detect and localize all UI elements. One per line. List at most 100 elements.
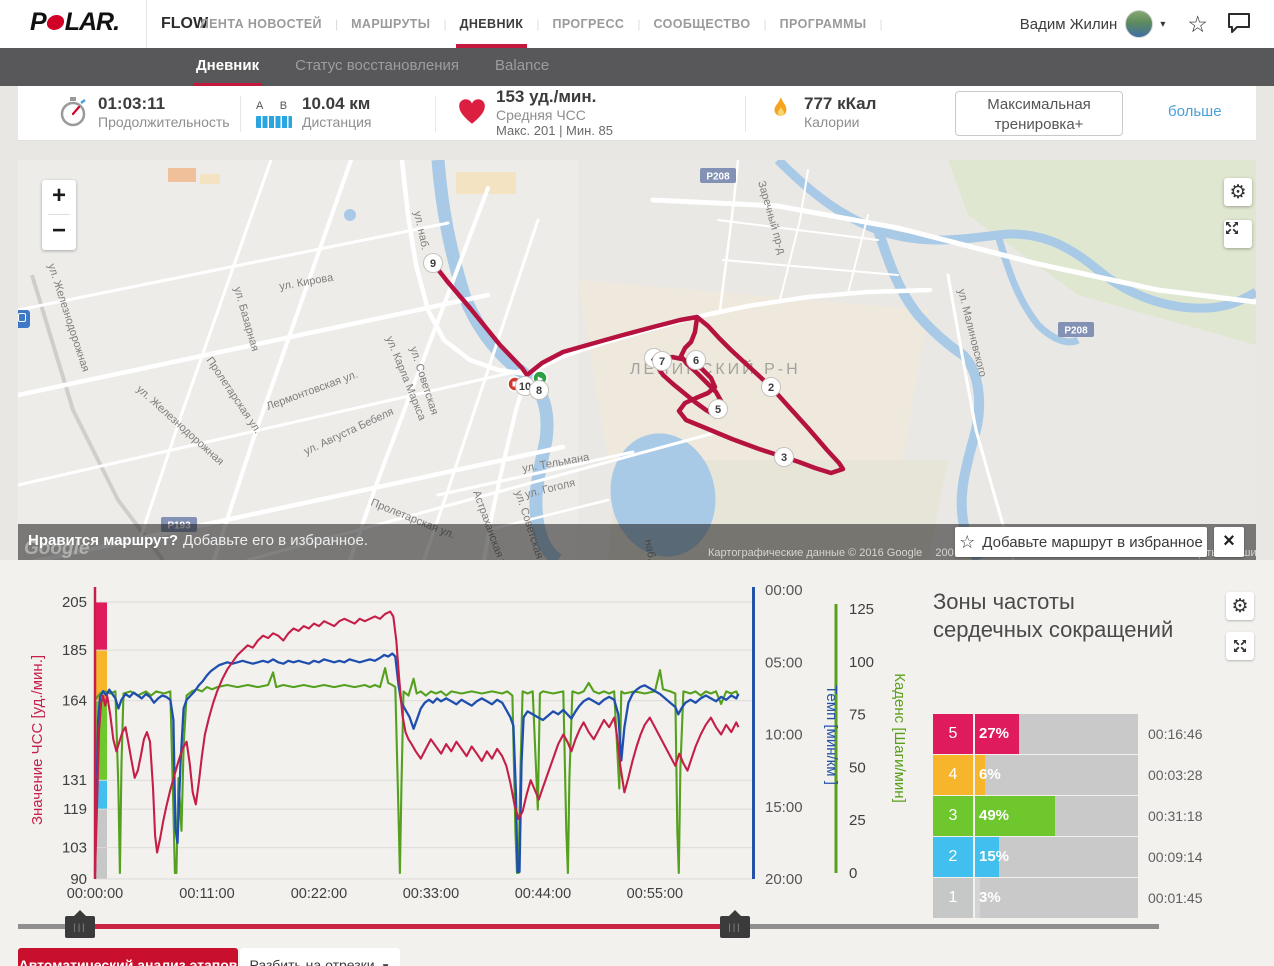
series-pace — [95, 654, 738, 872]
svg-text:15:00: 15:00 — [765, 799, 803, 816]
map-settings-button[interactable]: ⚙ — [1224, 178, 1252, 206]
svg-text:125: 125 — [849, 601, 874, 618]
hr-zone-row-4: 46%00:03:28 — [933, 755, 1256, 795]
main-menu: ЛЕНТА НОВОСТЕЙ | МАРШРУТЫ | ДНЕВНИК | ПРОГРЕСС… — [198, 0, 894, 48]
nav-separator: | — [443, 17, 446, 31]
svg-text:9: 9 — [430, 258, 436, 270]
nav-item-прогресс[interactable]: ПРОГРЕСС — [550, 0, 626, 48]
zoom-in-button[interactable]: + — [42, 180, 76, 214]
nav-separator: | — [536, 17, 539, 31]
svg-text:Темп [мин/км ]: Темп [мин/км ] — [823, 685, 840, 785]
split-laps-dropdown[interactable]: Разбить на отрезки▼ — [240, 948, 400, 966]
svg-text:05:00: 05:00 — [765, 654, 803, 671]
svg-text:Значение ЧСС [уд./мин.]: Значение ЧСС [уд./мин.] — [29, 655, 46, 825]
svg-text:7: 7 — [659, 356, 665, 368]
svg-text:6: 6 — [693, 355, 699, 367]
range-slider-handle-left[interactable] — [65, 916, 95, 938]
add-route-favorite-button[interactable]: ☆ Добавьте маршрут в избранное — [955, 527, 1207, 557]
like-route-hint: Добавьте его в избранное. — [183, 532, 368, 549]
hr-value: 153 уд./мин. — [496, 87, 613, 107]
sub-nav: Дневник Статус восстановления Balance — [0, 48, 1274, 86]
svg-text:50: 50 — [849, 759, 866, 776]
svg-text:100: 100 — [849, 654, 874, 671]
map-favorite-overlay: Google Нравится маршрут? Добавьте его в … — [18, 524, 1256, 560]
nav-item-программы[interactable]: ПРОГРАММЫ — [778, 0, 869, 48]
close-overlay-button[interactable]: × — [1214, 527, 1244, 557]
zone-percent: 3% — [979, 878, 1001, 918]
training-benefit-button[interactable]: Максимальная тренировка+ — [955, 91, 1123, 136]
auto-lap-analysis-button[interactable]: Автоматический анализ этапов — [18, 948, 238, 966]
expand-icon — [1224, 220, 1240, 236]
route-map[interactable]: ул. Железнодорожнаяул. ЖелезнодорожнаяПр… — [18, 160, 1256, 560]
map-canvas: ул. Железнодорожнаяул. ЖелезнодорожнаяПр… — [18, 160, 1256, 560]
zone-percent: 49% — [979, 796, 1009, 836]
divider — [240, 96, 241, 132]
nav-separator: | — [637, 17, 640, 31]
nav-separator: | — [335, 17, 338, 31]
subnav-tab-balance[interactable]: Balance — [492, 48, 552, 86]
hr-zone-row-3: 349% 00:31:18 — [933, 796, 1256, 836]
zone-bar-track: 49% — [975, 796, 1138, 836]
duration-label: Продолжительность — [98, 114, 230, 130]
nav-item-сообщество[interactable]: СООБЩЕСТВО — [651, 0, 752, 48]
polar-logo[interactable]: PLAR. — [30, 8, 119, 37]
zone-percent: 15% — [979, 837, 1009, 877]
zone-time: 00:09:14 — [1148, 837, 1203, 877]
transit-station-icon — [18, 310, 30, 328]
nav-item-дневник[interactable]: ДНЕВНИК — [458, 0, 526, 48]
training-chart[interactable]: 2051851641311191039000:00:0000:11:0000:2… — [0, 560, 920, 920]
map-fullscreen-button[interactable] — [1224, 220, 1252, 248]
subnav-tab-дневник[interactable]: Дневник — [193, 48, 262, 86]
favorites-star-icon[interactable]: ☆ — [1187, 0, 1208, 48]
more-link[interactable]: больше — [1168, 103, 1222, 120]
svg-text:103: 103 — [62, 840, 87, 857]
zone-number: 5 — [933, 714, 973, 754]
nav-item-лента-новостей[interactable]: ЛЕНТА НОВОСТЕЙ — [198, 0, 324, 48]
svg-text:2: 2 — [768, 382, 774, 394]
svg-text:75: 75 — [849, 707, 866, 724]
like-route-prompt: Нравится маршрут? — [28, 532, 178, 549]
nav-separator: | — [764, 17, 767, 31]
stopwatch-icon — [56, 95, 90, 136]
svg-text:00:44:00: 00:44:00 — [515, 886, 571, 902]
distance-value: 10.04 км — [302, 94, 372, 114]
map-zoom-control: + − — [42, 180, 76, 250]
hr-label: Средняя ЧСС — [496, 107, 613, 123]
chevron-down-icon[interactable]: ▾ — [1160, 19, 1165, 30]
avatar[interactable] — [1125, 10, 1153, 38]
svg-text:20:00: 20:00 — [765, 871, 803, 888]
calories-value: 777 кКал — [804, 94, 876, 114]
svg-text:00:33:00: 00:33:00 — [403, 886, 459, 902]
calories-label: Калории — [804, 114, 876, 130]
user-name[interactable]: Вадим Жилин — [1020, 16, 1118, 33]
zone-bar-track: 3% — [975, 878, 1138, 918]
nav-item-маршруты[interactable]: МАРШРУТЫ — [349, 0, 432, 48]
svg-text:Р208: Р208 — [1064, 326, 1088, 337]
chat-icon[interactable] — [1226, 10, 1252, 39]
svg-text:119: 119 — [63, 801, 87, 818]
dropdown-caret-icon: ▼ — [381, 962, 391, 966]
slider-track-right — [735, 924, 1159, 929]
series-heart_rate — [95, 612, 738, 875]
svg-text:00:22:00: 00:22:00 — [291, 886, 347, 902]
heart-icon — [456, 96, 488, 131]
summary-bar: 01:03:11 Продолжительность A B 10.04 км … — [18, 86, 1256, 141]
user-cluster: Вадим Жилин ▾ ☆ — [1020, 0, 1252, 48]
hr-minmax: Макс. 201 | Мин. 85 — [496, 123, 613, 138]
zone-bar-track: 15% — [975, 837, 1138, 877]
zone-number: 1 — [933, 878, 973, 918]
polar-logo-o-icon — [45, 15, 65, 30]
hr-zone-row-1: 13%00:01:45 — [933, 878, 1256, 918]
hr-zone-row-5: 527%00:16:46 — [933, 714, 1256, 754]
svg-text:131: 131 — [62, 772, 87, 789]
distance-label: Дистанция — [302, 114, 372, 130]
zone-time: 00:31:18 — [1148, 796, 1203, 836]
subnav-tab-статус-восстановления[interactable]: Статус восстановления — [292, 48, 462, 86]
zoom-out-button[interactable]: − — [42, 215, 76, 249]
svg-text:00:00: 00:00 — [765, 582, 803, 599]
zone-number: 3 — [933, 796, 973, 836]
zone-percent: 6% — [979, 755, 1001, 795]
range-slider-handle-right[interactable] — [720, 916, 750, 938]
zone-bar-track: 27% — [975, 714, 1138, 754]
svg-text:Р208: Р208 — [706, 172, 730, 183]
